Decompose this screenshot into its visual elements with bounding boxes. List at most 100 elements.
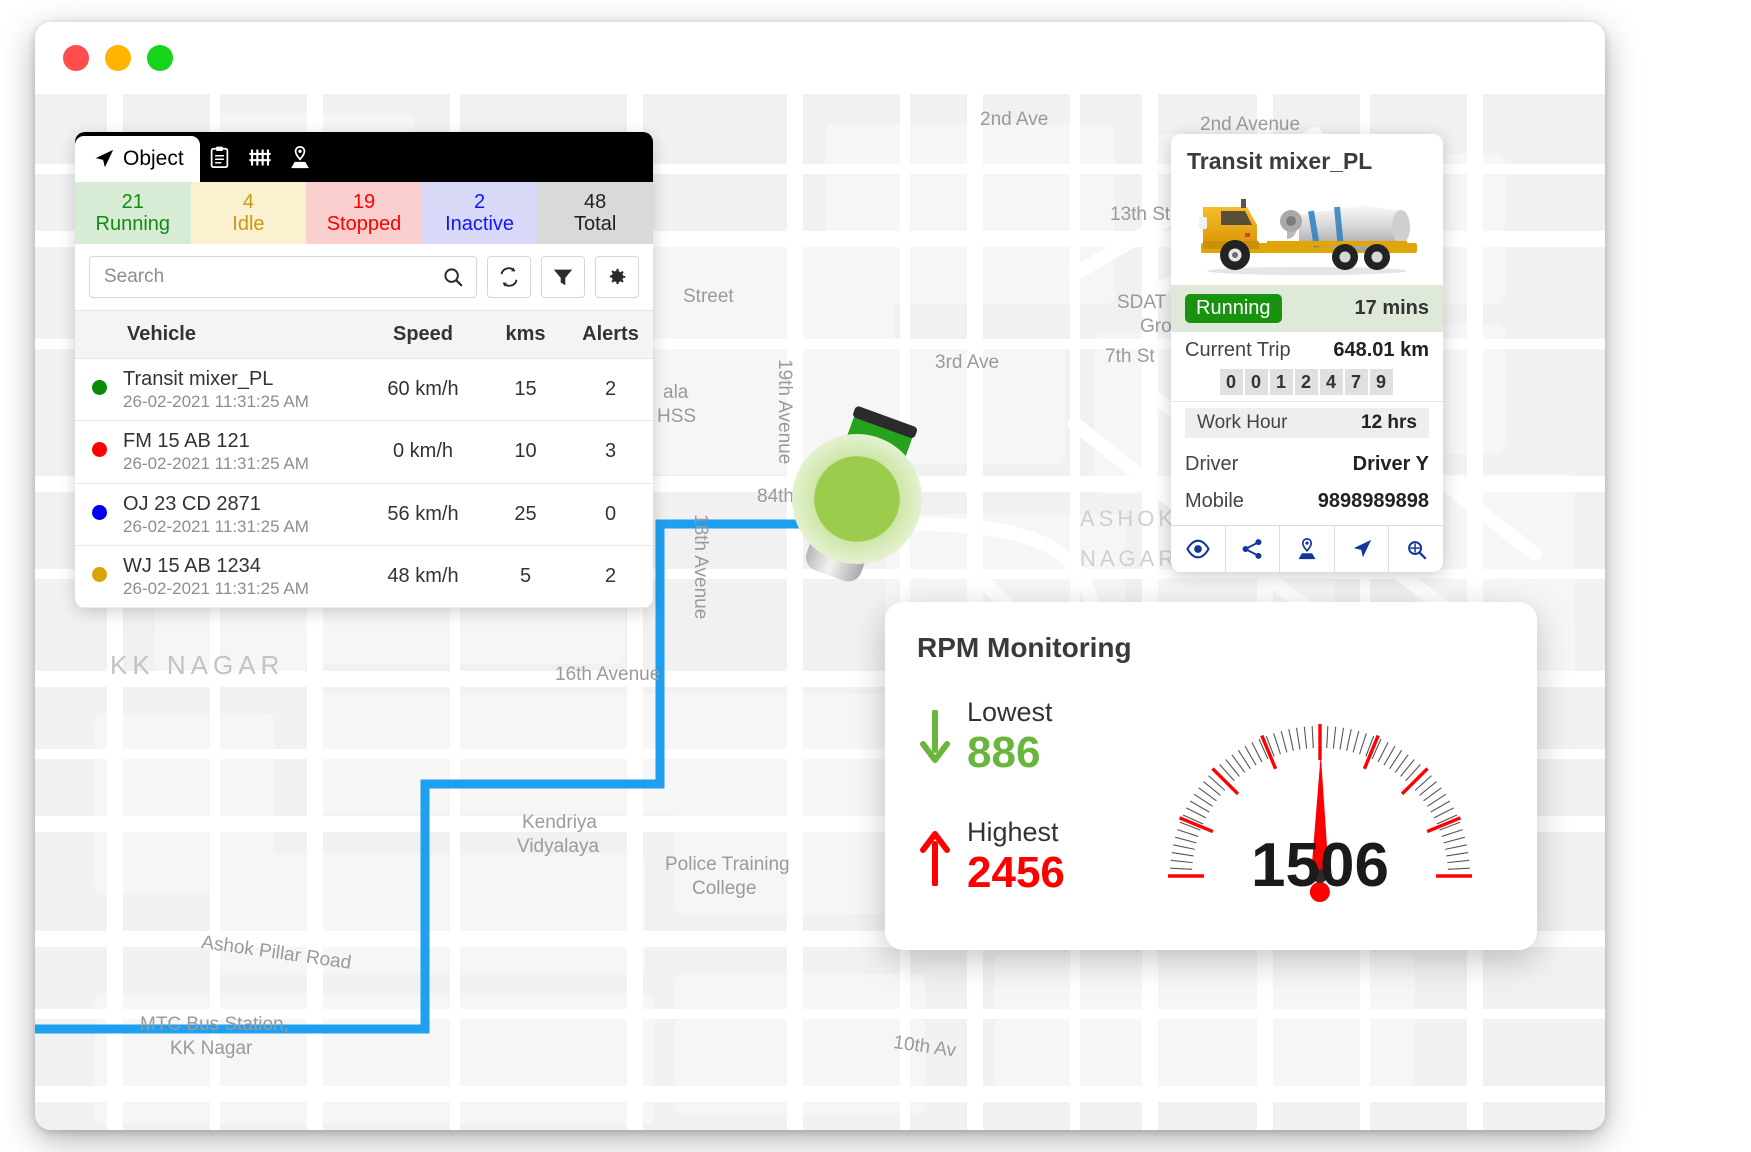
vehicle-alerts[interactable]: 2 [568,358,653,422]
settings-button[interactable] [595,256,639,298]
counter-total[interactable]: 48 Total [537,182,653,244]
tab-geofence[interactable] [240,132,280,182]
rpm-lowest-label: Lowest [967,697,1053,727]
vehicle-timestamp: 26-02-2021 11:31:25 AM [123,454,309,474]
map-label: 13th St [1110,204,1171,225]
maximize-button[interactable] [147,45,173,71]
map-label: MTC Bus Station, [140,1014,289,1035]
map-label: ASHOK [1080,506,1178,531]
rpm-highest-label: Highest [967,817,1059,848]
gear-icon [609,268,626,285]
panel-toolbar [75,244,653,310]
vehicle-alerts[interactable]: 2 [568,545,653,608]
poi-map-icon [1298,538,1316,560]
vehicle-table: Vehicle Speed kms Alerts Transit mixer_P… [75,310,653,608]
status-row: Running 17 mins [1171,285,1443,332]
table-row[interactable]: OJ 23 CD 2871 26-02-2021 11:31:25 AM 56 … [75,483,653,546]
table-row[interactable]: FM 15 AB 121 26-02-2021 11:31:25 AM 0 km… [75,420,653,484]
filter-button[interactable] [541,256,585,298]
counter-inactive[interactable]: 2 Inactive [421,182,538,244]
status-dot [91,442,107,458]
map-label: 2nd Ave [980,109,1049,130]
counter-stopped-value: 19 [352,190,376,213]
counter-idle[interactable]: 4 Idle [190,182,307,244]
tab-object-label: Object [123,147,184,170]
search-input[interactable] [102,265,442,289]
navigation-arrow-icon [1353,539,1371,558]
vehicle-timestamp: 26-02-2021 11:31:25 AM [123,516,309,536]
odometer-digit-5: 7 [1344,369,1368,395]
vehicle-marker[interactable] [770,394,950,594]
eye-icon [1186,539,1210,559]
share-icon [1242,539,1262,559]
col-kms[interactable]: kms [483,310,568,359]
geofence-icon [249,149,271,165]
arrow-down-icon [920,710,950,763]
navigation-arrow-icon [95,149,114,168]
app-window: 2nd Ave2nd Avenue13th StSDAT CricketGrou… [35,22,1605,1130]
rpm-monitoring-card: RPM Monitoring Lowest 886 Highest 2456 1… [885,602,1537,950]
map-label: 16th Avenue [555,664,661,685]
rpm-lowest-value: 886 [967,727,1041,777]
odometer-digit-6: 9 [1369,369,1393,395]
status-dot-cell [75,483,123,546]
rpm-gauge: 1506 [1125,680,1515,930]
table-row[interactable]: Transit mixer_PL 26-02-2021 11:31:25 AM … [75,358,653,422]
clipboard-icon [210,146,229,168]
search-icon[interactable] [442,266,464,288]
filter-icon [553,269,573,286]
vehicle-kms: 5 [483,545,568,608]
action-share[interactable] [1226,526,1281,572]
action-navigate[interactable] [1335,526,1390,572]
refresh-icon [500,267,518,287]
mobile-value: 9898989898 [1317,490,1429,512]
map-label: ala [663,382,689,403]
vehicle-kms: 10 [483,420,568,484]
vehicle-alerts[interactable]: 0 [568,483,653,546]
vehicle-cell: WJ 15 AB 1234 26-02-2021 11:31:25 AM [123,545,363,608]
route-history-icon [1408,541,1427,560]
marker-status-halo [792,434,922,564]
counter-total-value: 48 [584,190,607,213]
current-trip-value: 648.01 km [1333,339,1429,361]
map-label: Street [683,286,734,307]
status-duration: 17 mins [1354,297,1429,319]
counter-total-label: Total [574,213,617,235]
tab-clipboard[interactable] [200,132,240,182]
counter-running[interactable]: 21 Running [75,182,191,244]
counter-stopped[interactable]: 19 Stopped [306,182,422,244]
col-vehicle[interactable]: Vehicle [75,310,363,359]
vehicle-alerts[interactable]: 3 [568,420,653,484]
close-button[interactable] [63,45,89,71]
map-label: NAGAR [1080,546,1179,571]
vehicle-kms: 25 [483,483,568,546]
tab-object[interactable]: Object [75,136,200,182]
minimize-button[interactable] [105,45,131,71]
tab-poi-map[interactable] [280,132,320,182]
odometer-digit-3: 2 [1294,369,1318,395]
action-poi[interactable] [1280,526,1335,572]
counter-running-value: 21 [121,190,144,213]
map-label: 3rd Ave [935,352,1000,373]
current-trip-label: Current Trip [1185,339,1291,361]
counter-idle-label: Idle [232,213,265,235]
driver-label: Driver [1185,453,1239,475]
status-badge: Running [1185,294,1282,323]
vehicle-cell: FM 15 AB 121 26-02-2021 11:31:25 AM [123,420,363,484]
refresh-button[interactable] [487,256,531,298]
vehicle-info-card: Transit mixer_PL Running 17 mins Current… [1171,134,1443,572]
mobile-label: Mobile [1185,490,1244,512]
col-alerts[interactable]: Alerts [568,310,653,359]
map-label: KK Nagar [170,1038,253,1059]
odometer-digit-1: 0 [1244,369,1268,395]
info-card-title: Transit mixer_PL [1187,148,1373,174]
table-row[interactable]: WJ 15 AB 1234 26-02-2021 11:31:25 AM 48 … [75,545,653,608]
col-speed[interactable]: Speed [363,310,483,359]
vehicle-speed: 48 km/h [363,545,483,608]
screenshot-root: 2nd Ave2nd Avenue13th StSDAT CricketGrou… [0,0,1751,1152]
rpm-gauge-value: 1506 [1251,831,1389,900]
current-trip-row: Current Trip 648.01 km [1171,332,1443,369]
action-view[interactable] [1171,526,1226,572]
action-route-history[interactable] [1389,526,1443,572]
search-box[interactable] [89,256,477,298]
